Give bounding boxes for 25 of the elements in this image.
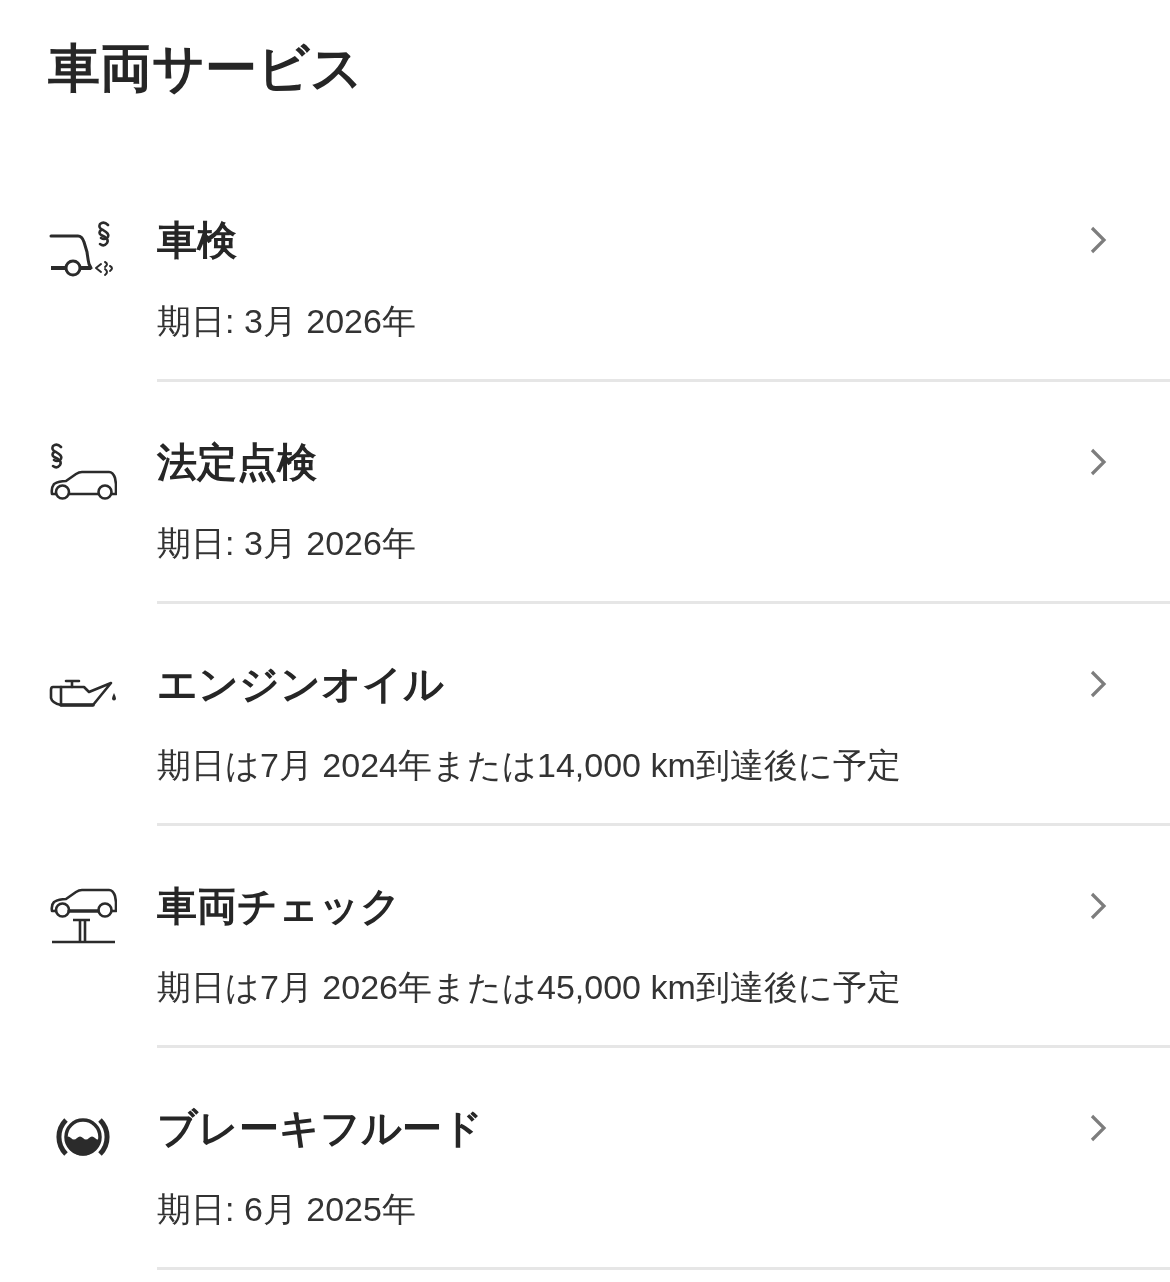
- chevron-right-icon: [1088, 1114, 1108, 1142]
- oil-can-icon: [49, 678, 117, 708]
- service-title: 車検: [157, 217, 237, 264]
- chevron-right-icon: [1088, 892, 1108, 920]
- page-title: 車両サービス: [48, 38, 363, 99]
- section-car-icon: [49, 442, 117, 500]
- chevron-right-icon: [1088, 448, 1108, 476]
- chevron-right-icon: [1088, 670, 1108, 698]
- service-title: ブレーキフルード: [157, 1105, 483, 1152]
- service-row[interactable]: 車検 期日: 3月 2026年: [0, 160, 1170, 382]
- due-date-text: 期日: 3月 2026年: [157, 301, 416, 341]
- service-title: 車両チェック: [157, 883, 401, 930]
- service-row[interactable]: 法定点検 期日: 3月 2026年: [0, 382, 1170, 604]
- due-date-text: 期日: 6月 2025年: [157, 1189, 416, 1229]
- due-date-text: 期日は7月 2026年または45,000 km到達後に予定: [157, 967, 901, 1007]
- due-date-text: 期日は7月 2024年または14,000 km到達後に予定: [157, 745, 901, 785]
- chevron-right-icon: [1088, 226, 1108, 254]
- service-row[interactable]: ブレーキフルード 期日: 6月 2025年: [0, 1048, 1170, 1270]
- service-title: エンジンオイル: [157, 661, 444, 708]
- service-row[interactable]: エンジンオイル 期日は7月 2024年または14,000 km到達後に予定: [0, 604, 1170, 826]
- service-title: 法定点検: [157, 439, 317, 486]
- fluid-level-icon: [55, 1115, 111, 1159]
- service-row[interactable]: 車両チェック 期日は7月 2026年または45,000 km到達後に予定: [0, 826, 1170, 1048]
- due-date-text: 期日: 3月 2026年: [157, 523, 416, 563]
- car-lift-icon: [49, 886, 117, 944]
